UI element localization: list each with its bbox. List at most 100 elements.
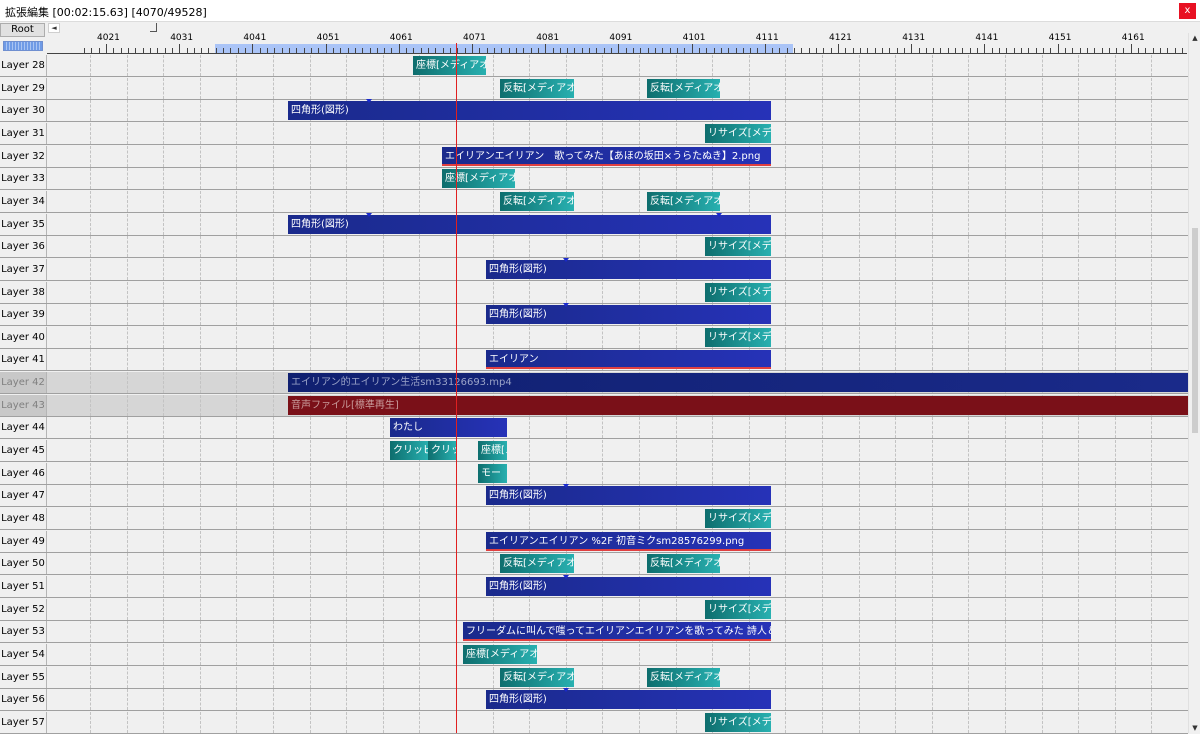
timeline-object[interactable]: リサイズ[メディアオ xyxy=(705,599,771,619)
timeline-object[interactable]: 反転[メディアオブジェ xyxy=(500,667,574,687)
layer-label[interactable]: Layer 39 xyxy=(0,304,47,326)
timeline-object[interactable]: リサイズ[メディアオ xyxy=(705,712,771,732)
timeline-object[interactable]: 四角形(図形) xyxy=(486,259,771,279)
timeline-object[interactable]: リサイズ[メディアオ xyxy=(705,237,771,257)
timeline-object[interactable]: 音声ファイル[標準再生] xyxy=(288,395,1188,415)
layer-row[interactable]: Layer 36 リサイズ[メディアオ xyxy=(0,236,1188,259)
keyframe-marker-icon[interactable] xyxy=(563,484,569,489)
layer-label[interactable]: Layer 33 xyxy=(0,168,47,190)
layer-row[interactable]: Layer 28 座標[メディアオブジェ xyxy=(0,55,1188,77)
layer-row[interactable]: Layer 41 エイリアン xyxy=(0,349,1188,372)
timeline-object[interactable]: 反転[メディアオブジェ xyxy=(647,554,720,574)
timeline-object[interactable]: 四角形(図形) xyxy=(486,305,771,325)
timeline-object[interactable]: エイリアン的エイリアン生活sm33126693.mp4 xyxy=(288,373,1188,393)
timeline-object[interactable]: エイリアンエイリアン %2F 初音ミクsm28576299.png xyxy=(486,531,771,551)
layer-row[interactable]: Layer 32 エイリアンエイリアン 歌ってみた【あほの坂田×うらたぬき】2.p… xyxy=(0,145,1188,168)
timeline-object[interactable]: 四角形(図形) xyxy=(288,214,771,234)
layer-label[interactable]: Layer 44 xyxy=(0,417,47,439)
layer-label[interactable]: Layer 51 xyxy=(0,575,47,597)
timeline-object[interactable]: 反転[メディアオブジェ xyxy=(647,78,720,98)
keyframe-marker-icon[interactable] xyxy=(563,574,569,579)
timeline-object[interactable]: 反転[メディアオブジェ xyxy=(500,554,574,574)
layer-label[interactable]: Layer 34 xyxy=(0,190,47,212)
timeline-object[interactable]: モー xyxy=(478,463,507,483)
layer-label[interactable]: Layer 54 xyxy=(0,643,47,665)
layer-label[interactable]: Layer 40 xyxy=(0,326,47,348)
layer-row[interactable]: Layer 53 フリーダムに叫んで嗤ってエイリアンエイリアンを歌ってみた 詩人＆ xyxy=(0,621,1188,644)
layer-label[interactable]: Layer 30 xyxy=(0,100,47,122)
timeline-object[interactable]: リサイズ[メディアオ xyxy=(705,123,771,143)
playhead-cursor[interactable] xyxy=(456,43,457,733)
close-button[interactable]: x xyxy=(1179,3,1196,19)
layer-label[interactable]: Layer 55 xyxy=(0,666,47,688)
root-button[interactable]: Root xyxy=(0,23,45,37)
layer-row[interactable]: Layer 39 四角形(図形) xyxy=(0,303,1188,327)
layer-row[interactable]: Layer 37 四角形(図形) xyxy=(0,257,1188,281)
layer-label[interactable]: Layer 49 xyxy=(0,530,47,552)
layer-label[interactable]: Layer 31 xyxy=(0,122,47,144)
keyframe-marker-icon[interactable] xyxy=(563,303,569,308)
layer-label[interactable]: Layer 46 xyxy=(0,462,47,484)
timeline-object[interactable]: 反転[メディアオブジェ xyxy=(647,667,720,687)
timeline-object[interactable]: わたし xyxy=(390,418,507,438)
layer-label[interactable]: Layer 50 xyxy=(0,553,47,575)
timeline-object[interactable]: クリッピ xyxy=(428,441,456,461)
keyframe-marker-icon[interactable] xyxy=(366,212,372,217)
layer-row[interactable]: Layer 33 座標[メディアオブジェ xyxy=(0,168,1188,191)
keyframe-marker-icon[interactable] xyxy=(716,212,722,217)
layer-row[interactable]: Layer 56 四角形(図形) xyxy=(0,688,1188,712)
scroll-range-handle[interactable] xyxy=(150,23,157,32)
scroll-left-icon[interactable]: ◄ xyxy=(48,23,60,33)
layer-label[interactable]: Layer 28 xyxy=(0,55,47,76)
layer-row[interactable]: Layer 35 四角形(図形) xyxy=(0,212,1188,236)
layer-row[interactable]: Layer 44 わたし xyxy=(0,417,1188,440)
layer-row[interactable]: Layer 40 リサイズ[メディアオ xyxy=(0,326,1188,349)
timeline-object[interactable]: 座標[メディアオブジェ xyxy=(463,644,537,664)
layer-label[interactable]: Layer 38 xyxy=(0,281,47,303)
layer-label[interactable]: Layer 53 xyxy=(0,621,47,643)
layer-label[interactable]: Layer 37 xyxy=(0,258,47,280)
timeline-object[interactable]: 反転[メディアオブジェ xyxy=(500,78,574,98)
layer-row[interactable]: Layer 55 反転[メディアオブジェ 反転[メディアオブジェ xyxy=(0,666,1188,689)
timeline-object[interactable]: リサイズ[メディアオ xyxy=(705,282,771,302)
keyframe-marker-icon[interactable] xyxy=(563,688,569,693)
timeline-object[interactable]: クリッピン xyxy=(390,441,429,461)
layer-label[interactable]: Layer 36 xyxy=(0,236,47,258)
layer-row[interactable]: Layer 48 リサイズ[メディアオ xyxy=(0,508,1188,530)
layer-label[interactable]: Layer 56 xyxy=(0,689,47,711)
layer-row[interactable]: Layer 46 モー xyxy=(0,462,1188,485)
keyframe-marker-icon[interactable] xyxy=(366,99,372,104)
layer-row[interactable]: Layer 43 音声ファイル[標準再生] xyxy=(0,394,1188,417)
layer-row[interactable]: Layer 30 四角形(図形) xyxy=(0,99,1188,123)
layer-row[interactable]: Layer 51 四角形(図形) xyxy=(0,574,1188,598)
timeline-object[interactable]: 座標[メディアオブジェ xyxy=(442,169,515,189)
layer-row[interactable]: Layer 38 リサイズ[メディアオ xyxy=(0,281,1188,304)
timeline-object[interactable]: エイリアンエイリアン 歌ってみた【あほの坂田×うらたぬき】2.png xyxy=(442,146,771,166)
timeline-object[interactable]: 反転[メディアオブジェ xyxy=(647,191,720,211)
layer-row[interactable]: Layer 29 反転[メディアオブジェ 反転[メディアオブジェ xyxy=(0,77,1188,100)
layer-row[interactable]: Layer 54 座標[メディアオブジェ xyxy=(0,643,1188,666)
layer-label[interactable]: Layer 48 xyxy=(0,508,47,529)
timeline-object[interactable]: エイリアン xyxy=(486,350,771,370)
scroll-up-icon[interactable]: ▲ xyxy=(1190,33,1200,43)
scroll-thumb[interactable] xyxy=(1192,228,1198,433)
timeline-object[interactable]: 四角形(図形) xyxy=(486,486,771,506)
timeline-object[interactable]: 座標[メディアオブジェ xyxy=(413,56,486,75)
keyframe-marker-icon[interactable] xyxy=(563,257,569,262)
layer-row[interactable]: Layer 52 リサイズ[メディアオ xyxy=(0,598,1188,621)
timeline-ruler[interactable]: 4021 4031 4041 4051 4061 4071 4081 4091 4101 4111… xyxy=(47,33,1187,54)
layer-label[interactable]: Layer 32 xyxy=(0,145,47,167)
layer-label[interactable]: Layer 57 xyxy=(0,711,47,733)
timeline-object[interactable]: 四角形(図形) xyxy=(486,690,771,710)
layer-row[interactable]: Layer 34 反転[メディアオブジェ 反転[メディアオブジェ xyxy=(0,190,1188,213)
scroll-down-icon[interactable]: ▼ xyxy=(1190,723,1200,733)
timeline-object[interactable]: 四角形(図形) xyxy=(288,101,771,121)
layer-row[interactable]: Layer 45 クリッピンクリッピ 座標[メ xyxy=(0,440,1188,463)
layer-row[interactable]: Layer 42 エイリアン的エイリアン生活sm33126693.mp4 xyxy=(0,372,1188,395)
timeline-object[interactable]: 四角形(図形) xyxy=(486,576,771,596)
layer-label[interactable]: Layer 29 xyxy=(0,77,47,99)
layer-label[interactable]: Layer 45 xyxy=(0,440,47,462)
timeline-object[interactable]: 座標[メ xyxy=(478,441,507,461)
timeline-object[interactable]: リサイズ[メディアオ xyxy=(705,509,771,528)
layer-label[interactable]: Layer 52 xyxy=(0,598,47,620)
